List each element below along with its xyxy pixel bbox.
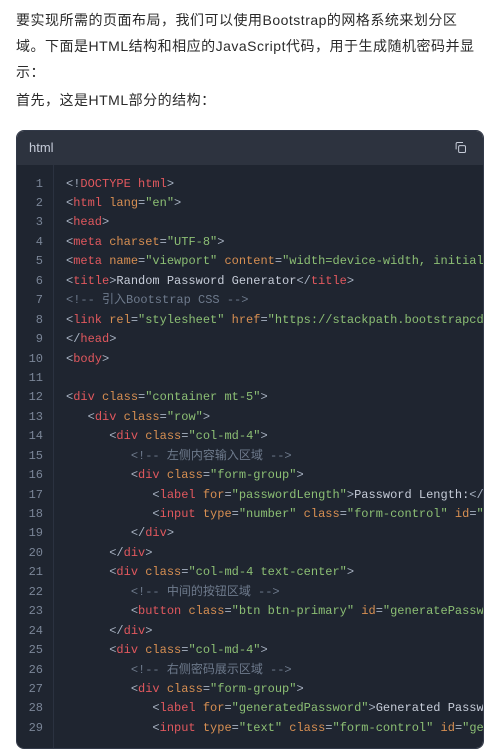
copy-button[interactable] [449, 137, 471, 159]
line-number: 3 [25, 213, 43, 232]
line-number: 15 [25, 447, 43, 466]
code-line: <!-- 左侧内容输入区域 --> [66, 447, 483, 466]
line-number: 10 [25, 350, 43, 369]
code-line: <link rel="stylesheet" href="https://sta… [66, 311, 483, 330]
line-number: 29 [25, 719, 43, 738]
code-lines: <!DOCTYPE html><html lang="en"><head><me… [54, 165, 483, 749]
line-number: 12 [25, 388, 43, 407]
code-line: <div class="col-md-4"> [66, 641, 483, 660]
code-block-header: html [17, 131, 483, 165]
code-line: <meta charset="UTF-8"> [66, 233, 483, 252]
line-number: 21 [25, 563, 43, 582]
line-number: 19 [25, 524, 43, 543]
code-line: <div class="form-group"> [66, 680, 483, 699]
line-number: 18 [25, 505, 43, 524]
line-number: 23 [25, 602, 43, 621]
line-number: 1 [25, 175, 43, 194]
code-line: <div class="container mt-5"> [66, 388, 483, 407]
line-number: 20 [25, 544, 43, 563]
line-number: 7 [25, 291, 43, 310]
code-line: <input type="number" class="form-control… [66, 505, 483, 524]
code-line: <title>Random Password Generator</title> [66, 272, 483, 291]
code-line: </div> [66, 622, 483, 641]
code-line: </head> [66, 330, 483, 349]
code-line: <label for="generatedPassword">Generated… [66, 699, 483, 718]
code-line: <div class="col-md-4"> [66, 427, 483, 446]
line-number: 17 [25, 486, 43, 505]
line-number: 8 [25, 311, 43, 330]
line-number: 2 [25, 194, 43, 213]
code-line: <label for="passwordLength">Password Len… [66, 486, 483, 505]
code-line: <!-- 右侧密码展示区域 --> [66, 661, 483, 680]
code-line: <body> [66, 350, 483, 369]
line-number: 27 [25, 680, 43, 699]
line-number: 13 [25, 408, 43, 427]
code-line: </div> [66, 524, 483, 543]
code-line: <html lang="en"> [66, 194, 483, 213]
intro-paragraph-2: 首先，这是HTML部分的结构： [16, 88, 484, 114]
intro-paragraph-1: 要实现所需的页面布局，我们可以使用Bootstrap的网格系统来划分区域。下面是… [16, 8, 484, 86]
line-number: 22 [25, 583, 43, 602]
line-number: 16 [25, 466, 43, 485]
copy-icon [453, 140, 468, 155]
line-number: 14 [25, 427, 43, 446]
line-number: 25 [25, 641, 43, 660]
code-line: <!-- 引入Bootstrap CSS --> [66, 291, 483, 310]
line-number: 26 [25, 661, 43, 680]
line-number-gutter: 1234567891011121314151617181920212223242… [17, 165, 54, 749]
code-line: <!DOCTYPE html> [66, 175, 483, 194]
code-line: <div class="form-group"> [66, 466, 483, 485]
code-line: <!-- 中间的按钮区域 --> [66, 583, 483, 602]
line-number: 5 [25, 252, 43, 271]
intro-text: 要实现所需的页面布局，我们可以使用Bootstrap的网格系统来划分区域。下面是… [0, 0, 500, 118]
line-number: 11 [25, 369, 43, 388]
code-line: <head> [66, 213, 483, 232]
code-line: <meta name="viewport" content="width=dev… [66, 252, 483, 271]
code-area[interactable]: 1234567891011121314151617181920212223242… [17, 165, 483, 749]
code-language-label: html [29, 140, 54, 155]
code-line: <button class="btn btn-primary" id="gene… [66, 602, 483, 621]
line-number: 9 [25, 330, 43, 349]
code-block: html 12345678910111213141516171819202122… [16, 130, 484, 749]
line-number: 4 [25, 233, 43, 252]
code-line: </div> [66, 544, 483, 563]
code-line: <input type="text" class="form-control" … [66, 719, 483, 738]
line-number: 6 [25, 272, 43, 291]
code-line: <div class="row"> [66, 408, 483, 427]
code-line [66, 369, 483, 388]
line-number: 28 [25, 699, 43, 718]
code-line: <div class="col-md-4 text-center"> [66, 563, 483, 582]
line-number: 24 [25, 622, 43, 641]
